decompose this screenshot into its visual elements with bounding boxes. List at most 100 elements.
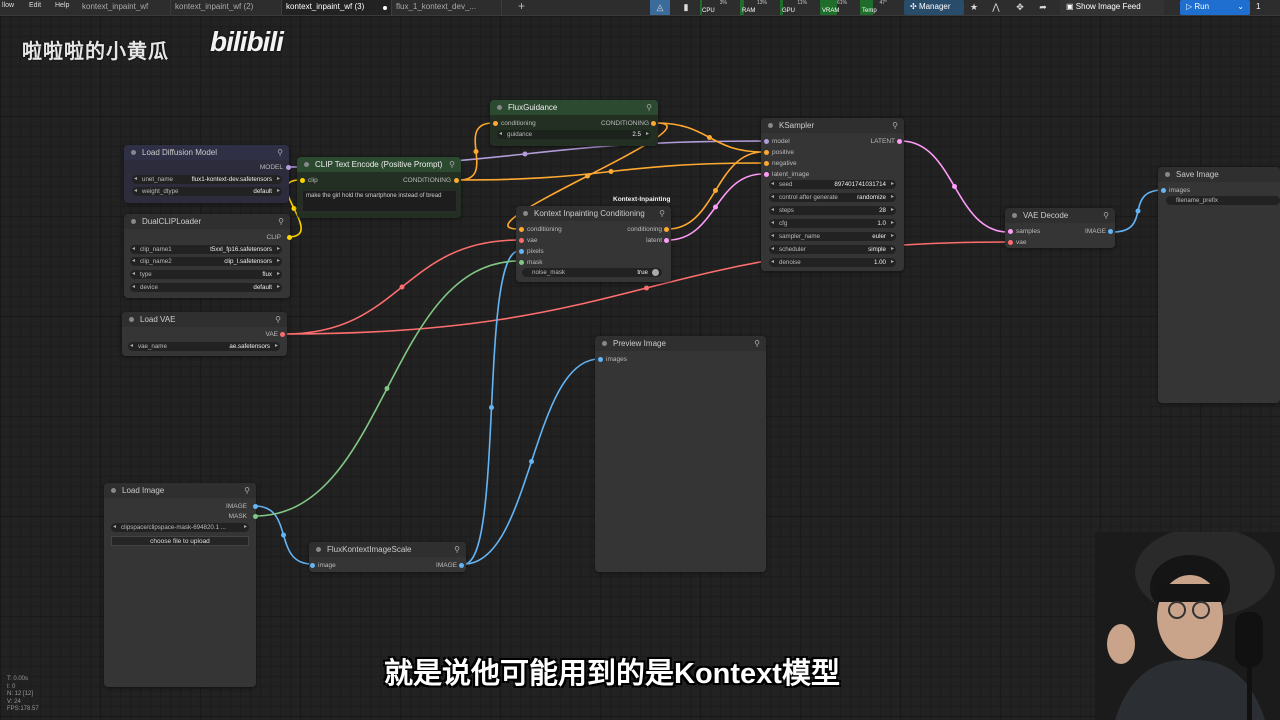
- output-latent[interactable]: latent: [646, 237, 662, 244]
- input-dot-icon[interactable]: [1008, 240, 1013, 245]
- input-samples[interactable]: samples: [1016, 228, 1040, 235]
- node-title[interactable]: Load VAE ⚲: [122, 312, 287, 327]
- widget-weight-dtype[interactable]: weight_dtypedefault: [132, 187, 282, 196]
- widget-clip-name2[interactable]: clip_name2clip_l.safetensors: [130, 257, 282, 266]
- input-model[interactable]: model: [772, 138, 790, 145]
- wire-midpoint-icon[interactable]: [952, 184, 957, 189]
- node-kontext-inpainting-conditioning[interactable]: Kontext Inpainting Conditioning ⚲ conditi…: [516, 206, 671, 282]
- output-mask[interactable]: MASK: [229, 513, 247, 520]
- input-dot-icon[interactable]: [764, 172, 769, 177]
- widget-unet-name[interactable]: unet_nameflux1-kontext-dev.safetensors: [132, 175, 282, 184]
- node-load-diffusion-model[interactable]: Load Diffusion Model⚲ MODEL unet_nameflu…: [124, 145, 291, 203]
- widget-control-after-generate[interactable]: control after generaterandomize: [769, 193, 896, 202]
- widget-guidance[interactable]: guidance2.5: [497, 130, 651, 139]
- wire-midpoint-icon[interactable]: [1135, 208, 1141, 214]
- input-latent-image[interactable]: latent_image: [772, 171, 809, 178]
- widget-scheduler[interactable]: schedulersimple: [769, 245, 896, 254]
- wire-midpoint-icon[interactable]: [529, 459, 534, 464]
- output-dot-icon[interactable]: [287, 235, 292, 240]
- node-title[interactable]: FluxKontextImageScale ⚲: [309, 542, 466, 557]
- output-conditioning[interactable]: conditioning: [627, 226, 662, 233]
- input-dot-icon[interactable]: [493, 121, 498, 126]
- pin-icon[interactable]: ⚲: [1103, 208, 1109, 223]
- wire-midpoint-icon[interactable]: [281, 532, 286, 538]
- input-dot-icon[interactable]: [300, 178, 305, 183]
- pin-icon[interactable]: ⚲: [454, 542, 460, 557]
- node-title[interactable]: KSampler ⚲: [761, 118, 904, 133]
- widget-image-file[interactable]: clipspace/clipspace-mask-694820.1 ...: [111, 523, 249, 532]
- widget-clip-name1[interactable]: clip_name1t5xxl_fp16.safetensors: [130, 245, 282, 254]
- wire-midpoint-icon[interactable]: [713, 188, 718, 193]
- output-dot-icon[interactable]: [253, 514, 258, 519]
- input-dot-icon[interactable]: [519, 260, 524, 265]
- input-dot-icon[interactable]: [519, 249, 524, 254]
- output-dot-icon[interactable]: [454, 178, 459, 183]
- wire-midpoint-icon[interactable]: [399, 284, 405, 290]
- node-clip-text-encode[interactable]: CLIP Text Encode (Positive Prompt) ⚲ clip…: [297, 157, 461, 218]
- input-vae[interactable]: vae: [1016, 239, 1026, 246]
- input-images[interactable]: images: [1169, 187, 1190, 194]
- output-dot-icon[interactable]: [664, 238, 669, 243]
- wire-midpoint-icon[interactable]: [608, 169, 614, 174]
- wire-midpoint-icon[interactable]: [473, 149, 479, 154]
- wire-midpoint-icon[interactable]: [713, 204, 718, 210]
- node-title[interactable]: DualCLIPLoader ⚲: [124, 214, 290, 229]
- node-title[interactable]: Preview Image ⚲: [595, 336, 766, 351]
- node-title[interactable]: FluxGuidance ⚲: [490, 100, 658, 115]
- output-dot-icon[interactable]: [459, 563, 464, 568]
- output-vae[interactable]: VAE: [265, 331, 278, 338]
- node-load-image[interactable]: Load Image⚲ IMAGE MASK clipspace/clipspa…: [104, 483, 258, 687]
- input-dot-icon[interactable]: [1161, 188, 1166, 193]
- widget-type[interactable]: typeflux: [130, 270, 282, 279]
- input-negative[interactable]: negative: [772, 160, 797, 167]
- node-preview-image[interactable]: Preview Image ⚲ images: [595, 336, 766, 572]
- input-dot-icon[interactable]: [764, 139, 769, 144]
- prompt-textarea[interactable]: make the girl hold the smartphone instea…: [302, 190, 457, 212]
- node-title[interactable]: VAE Decode ⚲: [1005, 208, 1115, 223]
- node-flux-kontext-image-scale[interactable]: FluxKontextImageScale ⚲ image IMAGE: [309, 542, 466, 572]
- input-dot-icon[interactable]: [598, 357, 603, 362]
- widget-sampler-name[interactable]: sampler_nameeuler: [769, 232, 896, 241]
- input-positive[interactable]: positive: [772, 149, 794, 156]
- input-dot-icon[interactable]: [1008, 229, 1013, 234]
- node-flux-guidance[interactable]: FluxGuidance ⚲ conditioning CONDITIONING …: [490, 100, 658, 146]
- node-load-vae[interactable]: Load VAE⚲ VAE vae_nameae.safetensors: [122, 312, 287, 356]
- output-image[interactable]: IMAGE: [226, 503, 247, 510]
- wire-midpoint-icon[interactable]: [489, 405, 494, 410]
- node-vae-decode[interactable]: VAE Decode ⚲ samples vae IMAGE: [1005, 208, 1115, 248]
- output-conditioning[interactable]: CONDITIONING: [403, 177, 451, 184]
- output-dot-icon[interactable]: [253, 504, 258, 509]
- pin-icon[interactable]: ⚲: [892, 118, 898, 133]
- node-title[interactable]: Load Image ⚲: [104, 483, 256, 498]
- wire-midpoint-icon[interactable]: [644, 285, 649, 291]
- widget-filename-prefix[interactable]: filename_prefix: [1166, 196, 1280, 205]
- input-dot-icon[interactable]: [764, 161, 769, 166]
- output-model[interactable]: MODEL: [260, 164, 283, 171]
- widget-vae-name[interactable]: vae_nameae.safetensors: [128, 342, 280, 351]
- widget-seed[interactable]: seed897401741031714: [769, 180, 896, 189]
- widget-steps[interactable]: steps28: [769, 206, 896, 215]
- pin-icon[interactable]: ⚲: [278, 214, 284, 229]
- wire-midpoint-icon[interactable]: [291, 206, 297, 211]
- output-clip[interactable]: CLIP: [267, 234, 281, 241]
- pin-icon[interactable]: ⚲: [754, 336, 760, 351]
- wire-midpoint-icon[interactable]: [384, 386, 390, 391]
- input-image[interactable]: image: [318, 562, 336, 569]
- pin-icon[interactable]: ⚲: [449, 157, 455, 172]
- input-conditioning[interactable]: conditioning: [501, 120, 536, 127]
- toggle-icon[interactable]: [652, 269, 659, 276]
- input-images[interactable]: images: [606, 356, 627, 363]
- node-dual-clip-loader[interactable]: DualCLIPLoader⚲ CLIP clip_name1t5xxl_fp1…: [124, 214, 292, 298]
- input-clip[interactable]: clip: [308, 177, 318, 184]
- widget-denoise[interactable]: denoise1.00: [769, 258, 896, 267]
- node-title[interactable]: Kontext Inpainting Conditioning ⚲: [516, 206, 671, 221]
- node-title[interactable]: Save Image: [1158, 167, 1280, 182]
- wire-midpoint-icon[interactable]: [707, 135, 712, 140]
- output-dot-icon[interactable]: [897, 139, 902, 144]
- pin-icon[interactable]: ⚲: [244, 483, 250, 498]
- pin-icon[interactable]: ⚲: [275, 312, 281, 327]
- input-vae[interactable]: vae: [527, 237, 537, 244]
- output-dot-icon[interactable]: [651, 121, 656, 126]
- wire-midpoint-icon[interactable]: [522, 151, 528, 157]
- output-dot-icon[interactable]: [280, 332, 285, 337]
